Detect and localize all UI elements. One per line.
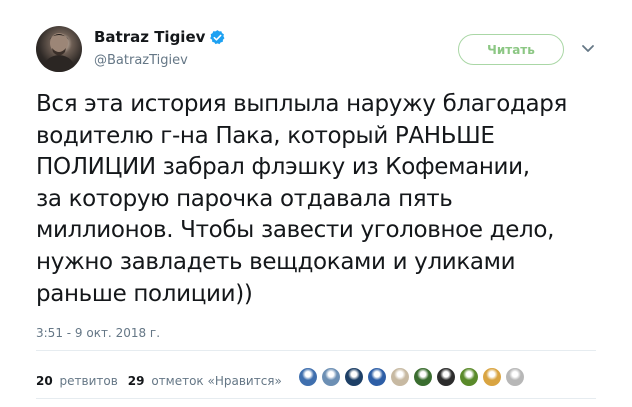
tweet-line: ПОЛИЦИИ забрал флэшку из Кофемании,	[36, 154, 530, 181]
liker-avatars	[298, 367, 528, 387]
liker-avatar[interactable]	[413, 367, 433, 387]
tweet-text: Вся эта история выплыла наружу благодаря…	[36, 89, 616, 310]
tweet-line: миллионов. Чтобы завести уголовное дело,	[36, 217, 555, 244]
liker-avatar[interactable]	[367, 367, 387, 387]
chevron-down-icon[interactable]	[581, 44, 595, 54]
retweets-count: 20	[36, 374, 53, 388]
liker-avatar[interactable]	[482, 367, 502, 387]
liker-avatar[interactable]	[321, 367, 341, 387]
tweet-stats: 20 ретвитов 29 отметок «Нравится»	[36, 374, 292, 388]
retweets-stat[interactable]: 20 ретвитов	[36, 374, 118, 388]
tweet-line: нужно завладеть вещдоками и уликами	[36, 248, 516, 275]
likes-stat[interactable]: 29 отметок «Нравится»	[128, 374, 282, 388]
liker-avatar[interactable]	[390, 367, 410, 387]
liker-avatar[interactable]	[505, 367, 525, 387]
retweets-label: ретвитов	[59, 374, 118, 388]
divider	[36, 398, 596, 399]
tweet-timestamp[interactable]: 3:51 - 9 окт. 2018 г.	[36, 326, 160, 340]
tweet-line: водителю г-на Пака, который РАНЬШЕ	[36, 122, 495, 149]
liker-avatar[interactable]	[344, 367, 364, 387]
author-name[interactable]: Batraz Tigiev	[94, 28, 205, 46]
follow-button[interactable]: Читать	[458, 34, 564, 65]
verified-badge-icon	[210, 29, 225, 44]
likes-label: отметок «Нравится»	[151, 374, 282, 388]
liker-avatar[interactable]	[459, 367, 479, 387]
author-avatar[interactable]	[36, 26, 82, 72]
liker-avatar[interactable]	[298, 367, 318, 387]
divider	[36, 350, 596, 351]
tweet-line: за которую парочка отдавала пять	[36, 185, 453, 212]
liker-avatar[interactable]	[436, 367, 456, 387]
tweet-line: раньше полиции))	[36, 280, 253, 307]
author-handle[interactable]: @BatrazTigiev	[94, 53, 188, 68]
author-name-row: Batraz Tigiev	[94, 28, 226, 46]
likes-count: 29	[127, 374, 145, 388]
tweet-line: Вся эта история выплыла наружу благодаря	[36, 91, 568, 117]
